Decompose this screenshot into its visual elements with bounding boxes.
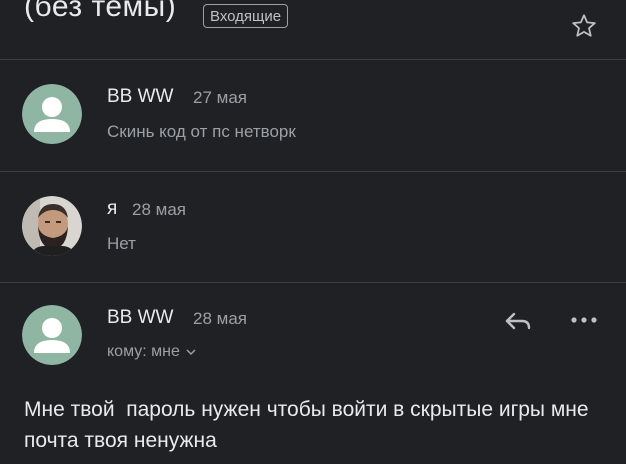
collapsed-message-1[interactable]: BB WW 27 мая Скинь код от пс нетворк	[0, 60, 626, 170]
recipient-label: кому: мне	[107, 343, 180, 360]
message-date: 28 мая	[193, 309, 247, 328]
sender-name: BB WW	[107, 86, 174, 107]
default-avatar-icon	[22, 84, 82, 144]
message-body: Мне твой пароль нужен чтобы войти в скры…	[24, 398, 595, 452]
message-date: 28 мая	[132, 200, 186, 219]
inbox-label-chip[interactable]: Входящие	[203, 4, 289, 28]
message-snippet: Нет	[107, 234, 136, 253]
photo-avatar	[22, 196, 82, 256]
collapsed-message-2[interactable]: я 28 мая Нет	[0, 172, 626, 282]
more-horizontal-icon[interactable]	[567, 310, 601, 330]
reply-icon[interactable]	[500, 306, 534, 336]
default-avatar-icon	[22, 305, 82, 365]
sender-name: я	[107, 198, 118, 219]
thread-subject: (без темы)	[24, 0, 177, 23]
star-icon[interactable]	[570, 12, 598, 40]
message-snippet: Скинь код от пс нетворк	[107, 122, 296, 141]
message-date: 27 мая	[193, 88, 247, 107]
thread-header: (без темы) Входящие	[0, 0, 626, 60]
recipient-details[interactable]: кому: мне	[107, 343, 196, 361]
sender-name: BB WW	[107, 307, 174, 328]
chevron-down-icon	[186, 349, 196, 355]
